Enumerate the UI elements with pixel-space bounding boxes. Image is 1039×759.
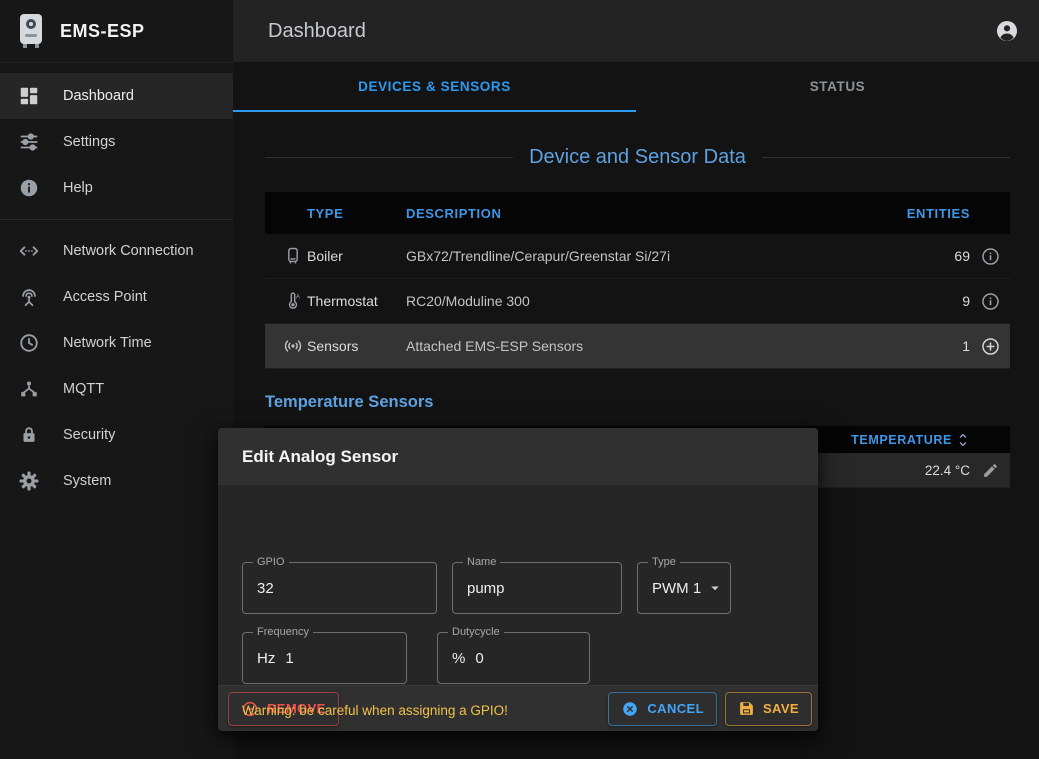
edit-pencil-icon[interactable] bbox=[970, 462, 1010, 479]
antenna-icon bbox=[17, 285, 41, 309]
device-hub-icon bbox=[17, 377, 41, 401]
app-logo-icon bbox=[16, 12, 46, 50]
sidebar-item-system[interactable]: System bbox=[0, 458, 233, 504]
thermostat-icon: A bbox=[281, 289, 305, 313]
sidebar-item-label: System bbox=[63, 473, 111, 489]
save-button[interactable]: SAVE bbox=[725, 692, 812, 726]
sidebar-item-label: Dashboard bbox=[63, 88, 134, 104]
sidebar-item-label: Access Point bbox=[63, 289, 147, 305]
section-title: Device and Sensor Data bbox=[529, 146, 746, 169]
name-field-value: pump bbox=[467, 580, 505, 597]
frequency-field-label: Frequency bbox=[253, 625, 313, 639]
table-row-boiler[interactable]: Boiler GBx72/Trendline/Cerapur/Greenstar… bbox=[265, 234, 1010, 279]
sensors-icon bbox=[281, 334, 305, 358]
name-field[interactable]: Name pump bbox=[452, 562, 622, 614]
sidebar-item-mqtt[interactable]: MQTT bbox=[0, 366, 233, 412]
sidebar-item-network-time[interactable]: Network Time bbox=[0, 320, 233, 366]
dutycycle-field-value: 0 bbox=[475, 650, 483, 667]
sidebar-item-label: Network Time bbox=[63, 335, 152, 351]
gpio-field-label: GPIO bbox=[253, 555, 289, 569]
temperature-sensors-title: Temperature Sensors bbox=[265, 393, 1010, 412]
app-title: EMS-ESP bbox=[60, 21, 145, 42]
gpio-warning-text: Warning: be careful when assigning a GPI… bbox=[242, 703, 508, 718]
info-circle-icon[interactable] bbox=[970, 291, 1010, 312]
gpio-field-value: 32 bbox=[257, 580, 274, 597]
gpio-field[interactable]: GPIO 32 bbox=[242, 562, 437, 614]
type-select-label: Type bbox=[648, 555, 680, 569]
sidebar-item-help[interactable]: Help bbox=[0, 165, 233, 211]
dialog-title: Edit Analog Sensor bbox=[218, 428, 818, 485]
sidebar-item-label: Security bbox=[63, 427, 115, 443]
svg-text:A: A bbox=[296, 294, 301, 301]
name-field-label: Name bbox=[463, 555, 500, 569]
dashboard-icon bbox=[17, 84, 41, 108]
tab-bar: DEVICES & SENSORS STATUS bbox=[233, 62, 1039, 112]
sort-icon bbox=[956, 432, 970, 448]
sidebar-divider bbox=[0, 219, 233, 220]
device-table-header: TYPE DESCRIPTION ENTITIES bbox=[265, 192, 1010, 234]
tune-icon bbox=[17, 130, 41, 154]
sidebar-item-network-connection[interactable]: Network Connection bbox=[0, 228, 233, 274]
sidebar: EMS-ESP Dashboard bbox=[0, 0, 233, 759]
dutycycle-unit: % bbox=[452, 650, 465, 667]
frequency-unit: Hz bbox=[257, 650, 275, 667]
boiler-icon bbox=[281, 244, 305, 268]
section-title-divider: Device and Sensor Data bbox=[265, 142, 1010, 172]
dutycycle-field[interactable]: Dutycycle % 0 bbox=[437, 632, 590, 684]
account-icon[interactable] bbox=[995, 19, 1019, 43]
type-select[interactable]: Type PWM 1 bbox=[637, 562, 731, 614]
device-table: TYPE DESCRIPTION ENTITIES Boiler bbox=[265, 192, 1010, 369]
info-circle-icon[interactable] bbox=[970, 246, 1010, 267]
table-row-sensors[interactable]: Sensors Attached EMS-ESP Sensors 1 bbox=[265, 324, 1010, 369]
sidebar-item-label: Network Connection bbox=[63, 243, 194, 259]
dialog-body: GPIO 32 Name pump Type PWM 1 Frequency H… bbox=[218, 485, 818, 685]
sidebar-item-dashboard[interactable]: Dashboard bbox=[0, 73, 233, 119]
gear-icon bbox=[17, 469, 41, 493]
col-header-entities: ENTITIES bbox=[850, 206, 970, 221]
sidebar-item-access-point[interactable]: Access Point bbox=[0, 274, 233, 320]
info-icon bbox=[17, 176, 41, 200]
col-header-description: DESCRIPTION bbox=[406, 206, 850, 221]
sidebar-header: EMS-ESP bbox=[0, 0, 233, 63]
sidebar-item-security[interactable]: Security bbox=[0, 412, 233, 458]
edit-analog-sensor-dialog: Edit Analog Sensor GPIO 32 Name pump Typ… bbox=[218, 428, 818, 731]
cancel-button[interactable]: CANCEL bbox=[608, 692, 717, 726]
frequency-field[interactable]: Frequency Hz 1 bbox=[242, 632, 407, 684]
table-row-thermostat[interactable]: A Thermostat RC20/Moduline 300 9 bbox=[265, 279, 1010, 324]
type-select-value: PWM 1 bbox=[652, 580, 701, 597]
sidebar-item-label: Settings bbox=[63, 134, 115, 150]
sidebar-item-settings[interactable]: Settings bbox=[0, 119, 233, 165]
frequency-field-value: 1 bbox=[285, 650, 293, 667]
tab-devices-sensors[interactable]: DEVICES & SENSORS bbox=[233, 62, 636, 112]
dutycycle-field-label: Dutycycle bbox=[448, 625, 504, 639]
col-header-type: TYPE bbox=[281, 206, 406, 221]
clock-icon bbox=[17, 331, 41, 355]
ethernet-icon bbox=[17, 239, 41, 263]
app-bar: Dashboard bbox=[233, 0, 1039, 62]
page-title: Dashboard bbox=[268, 20, 366, 43]
sidebar-nav: Dashboard Settings bbox=[0, 63, 233, 504]
lock-icon bbox=[17, 423, 41, 447]
tab-status[interactable]: STATUS bbox=[636, 62, 1039, 112]
add-circle-icon[interactable] bbox=[970, 336, 1010, 357]
chevron-down-icon bbox=[706, 579, 724, 597]
cancel-circle-icon bbox=[621, 700, 639, 718]
save-floppy-icon bbox=[738, 700, 755, 717]
sidebar-item-label: MQTT bbox=[63, 381, 104, 397]
app-root: EMS-ESP Dashboard bbox=[0, 0, 1039, 759]
sidebar-item-label: Help bbox=[63, 180, 93, 196]
